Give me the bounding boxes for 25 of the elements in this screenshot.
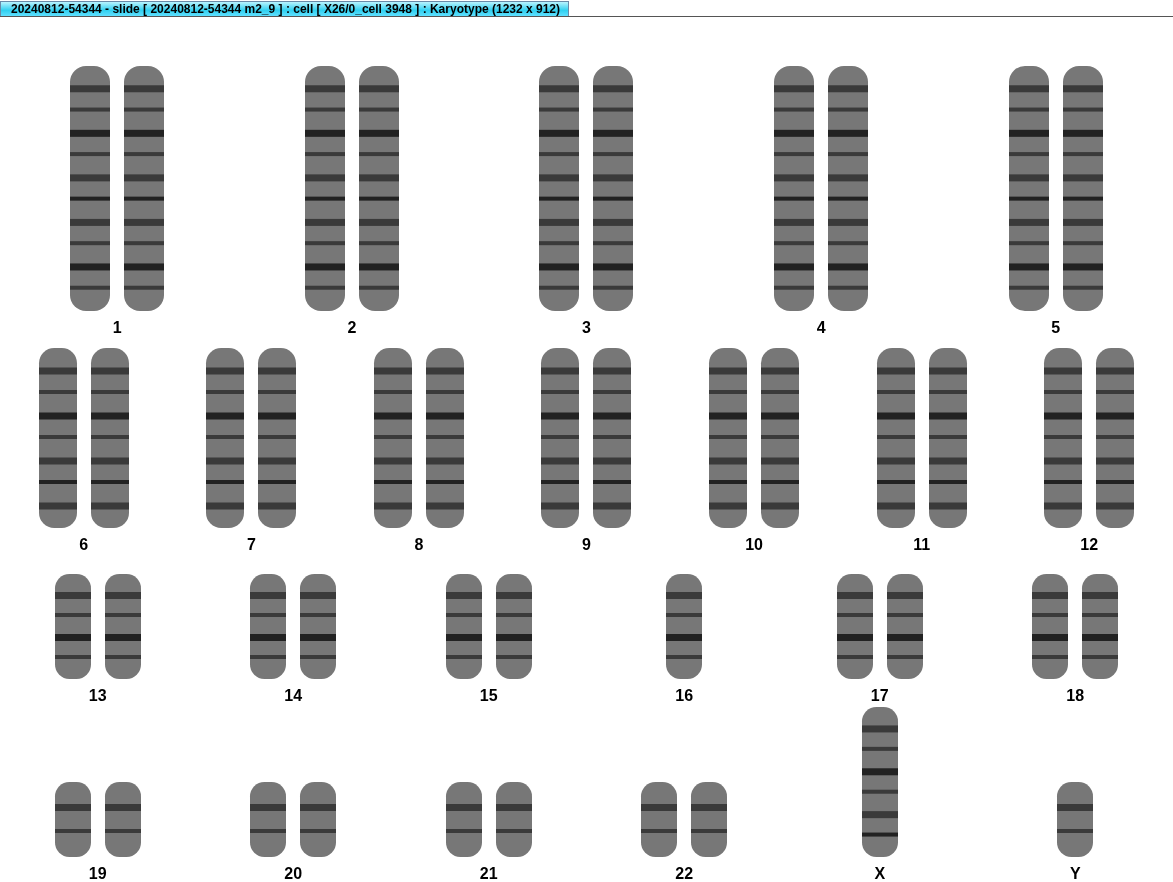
chromosome-label: 13 bbox=[88, 687, 107, 705]
chromosome-label: 12 bbox=[1080, 536, 1099, 554]
chromosome-label: 22 bbox=[675, 865, 694, 882]
chromosome-label: 3 bbox=[582, 319, 591, 337]
chromosome-label: 2 bbox=[347, 319, 357, 337]
chromosome-label: 7 bbox=[246, 536, 256, 554]
window-title: 20240812-54344 - slide [ 20240812-54344 m2_9 ] : cell [ X26/0_cell 3948 ] : Karyotype (1232 x 912) bbox=[0, 1, 570, 16]
chromosome-label: 1 bbox=[112, 319, 122, 337]
chromosome-label: 14 bbox=[284, 687, 303, 705]
chromosome-label: 21 bbox=[479, 865, 498, 882]
chromosome-label: 17 bbox=[870, 687, 889, 705]
chromosome-label: Y bbox=[1069, 865, 1081, 882]
chromosome-label: 9 bbox=[582, 536, 591, 554]
chromosome-label: 6 bbox=[79, 536, 89, 554]
chromosome-label: 8 bbox=[414, 536, 424, 554]
chromosome-label: X bbox=[874, 865, 886, 882]
chromosome-label: 11 bbox=[913, 536, 931, 554]
chromosome-label: 10 bbox=[745, 536, 763, 554]
chromosome-label: 4 bbox=[816, 319, 826, 337]
chromosome-label: 16 bbox=[675, 687, 694, 705]
chromosome-label: 20 bbox=[284, 865, 303, 882]
chromosome-label: 19 bbox=[88, 865, 107, 882]
chromosome-label: 5 bbox=[1051, 319, 1061, 337]
chromosome-label: 15 bbox=[479, 687, 498, 705]
chromosome-label: 18 bbox=[1066, 687, 1085, 705]
